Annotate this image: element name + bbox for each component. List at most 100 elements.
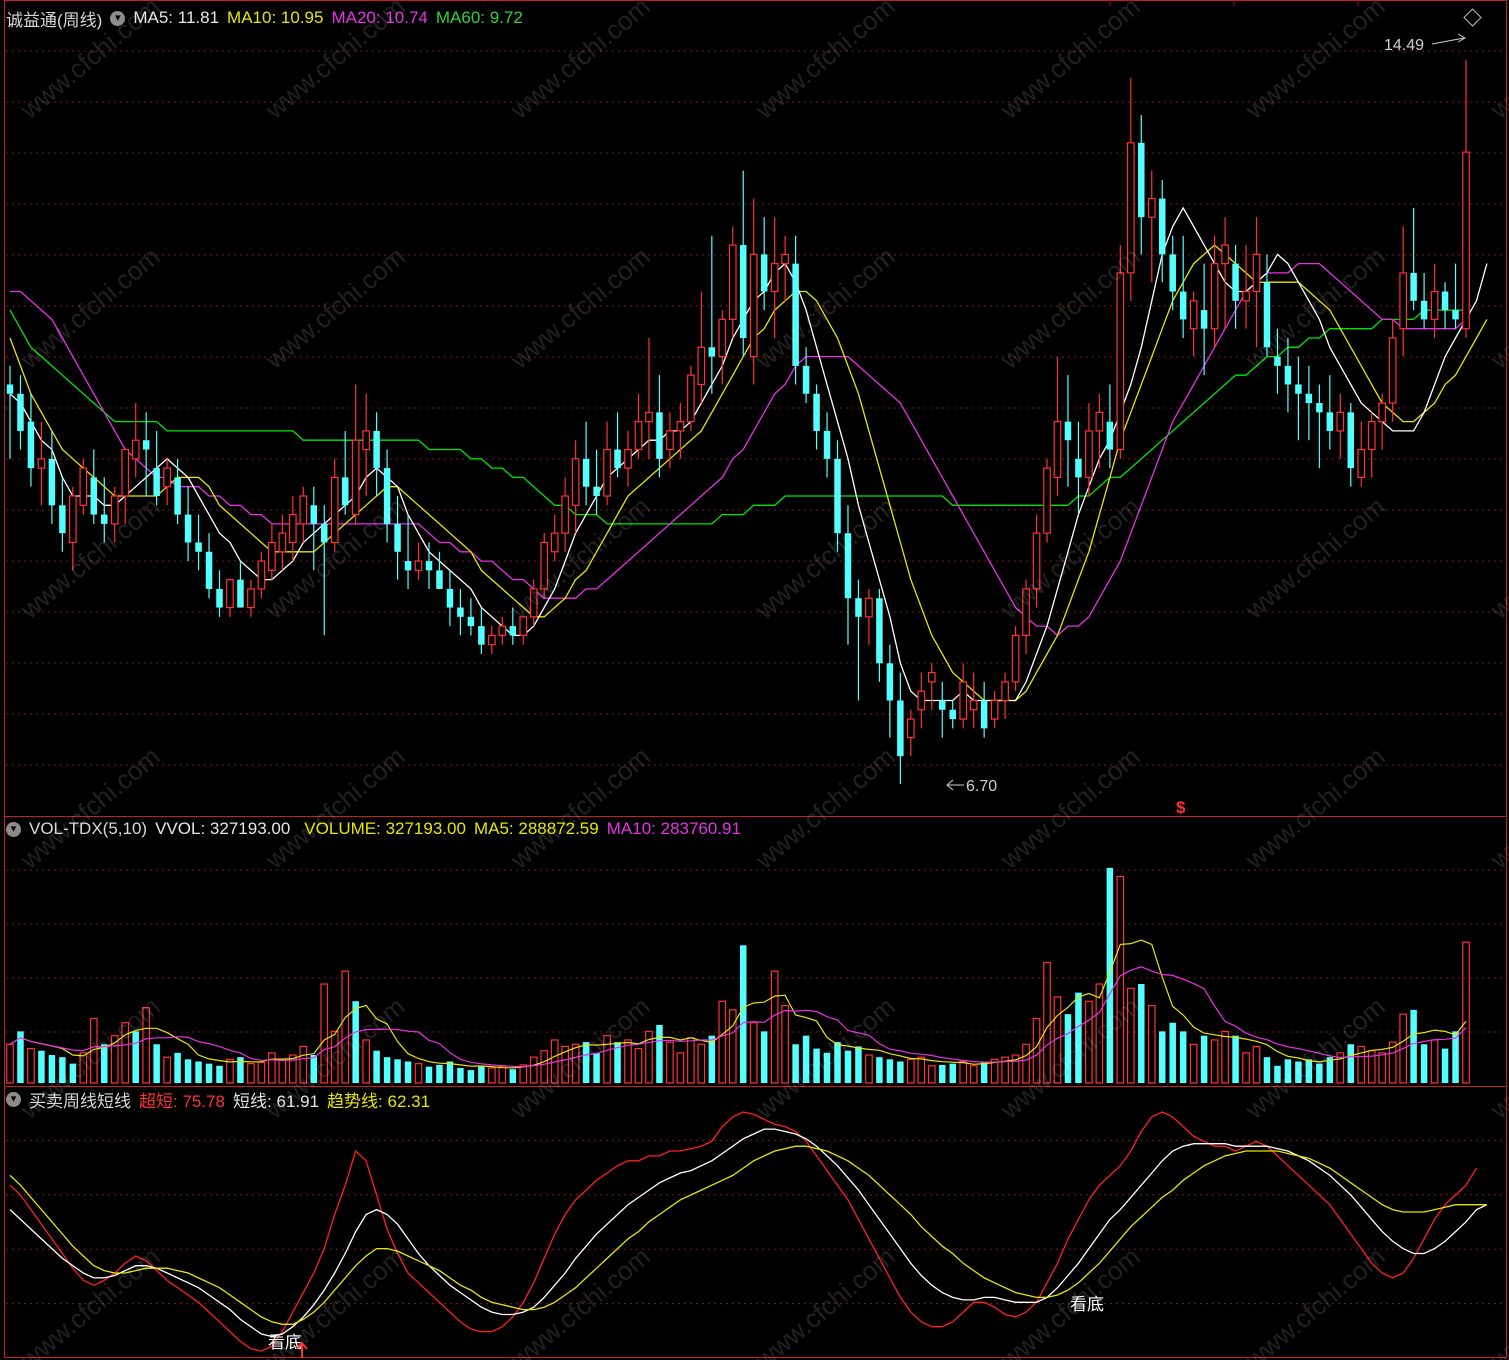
candle-body-up (163, 467, 171, 488)
candle-body-up (770, 263, 779, 293)
candle-body-down (802, 365, 810, 394)
candle-body-up (299, 495, 308, 525)
candle-body-up (1430, 290, 1439, 321)
high-price-label: 14.49 (1384, 37, 1424, 54)
volume-bar-up (320, 983, 329, 1084)
candle-body-up (645, 411, 653, 423)
candle-body-up (969, 699, 978, 711)
volume-bar-down (1075, 992, 1082, 1083)
candle-body-up (603, 448, 611, 497)
volume-bar-down (38, 1050, 45, 1083)
candle-body-down (383, 468, 391, 524)
candle-body-down (27, 421, 35, 469)
candle-body-up (749, 253, 758, 358)
volume-bar-down (949, 1063, 956, 1083)
volume-bar-up (676, 1052, 685, 1084)
candle-body-down (341, 477, 349, 506)
volume-bar-down (593, 1052, 600, 1083)
volume-bar-down (352, 1001, 359, 1083)
volume-bar-up (6, 1043, 14, 1084)
price-chart[interactable]: 14.49 6.70 $ 看底 看底 (0, 0, 1509, 1360)
volume-bar-up (1378, 1052, 1387, 1084)
signal-label-1: 看底 (268, 1333, 302, 1352)
candle-body-up (1336, 411, 1345, 432)
candle-body-up (540, 541, 549, 590)
candle-body-down (1284, 365, 1292, 385)
volume-bar-down (132, 1031, 139, 1083)
candle-body-down (1295, 384, 1302, 394)
candle-body-up (487, 634, 496, 646)
candle-body-up (917, 690, 926, 711)
volume-bar-up (299, 1045, 308, 1084)
candle-body-down (1305, 393, 1313, 404)
volume-bar-down (834, 1042, 841, 1083)
volume-bar-down (216, 1065, 223, 1083)
volume-bar-down (1106, 867, 1114, 1083)
candle-body-down (593, 486, 600, 496)
duanxian-line (9, 1128, 1488, 1338)
volume-bar-down (1179, 1031, 1187, 1083)
candle-body-up (69, 495, 77, 544)
candle-body-down (823, 430, 831, 459)
volume-bar-down (582, 1042, 590, 1083)
candle-body-down (184, 514, 192, 543)
volume-bar-down (1169, 1022, 1176, 1083)
volume-bar-down (802, 1035, 810, 1083)
candle-body-up (906, 718, 915, 739)
candle-body-down (320, 523, 328, 543)
candle-body-up (624, 448, 632, 469)
volume-bar-down (383, 1057, 391, 1083)
candle-body-up (498, 625, 507, 637)
volume-bar-up (687, 1037, 695, 1084)
candle-body-down (1441, 291, 1449, 311)
candle-body-down (760, 254, 768, 292)
volume-bar-down (656, 1024, 663, 1083)
candle-body-down (876, 598, 883, 664)
volume-bar-down (457, 1067, 464, 1083)
volume-bar-up (341, 970, 350, 1084)
candle-body-up (1388, 337, 1397, 404)
candle-body-down (1452, 310, 1459, 320)
candle-body-up (1095, 411, 1104, 432)
candle-body-down (404, 561, 412, 571)
candle-body-up (1357, 448, 1366, 479)
volume-bar-up (1032, 1017, 1041, 1084)
candle-body-up (1147, 197, 1156, 218)
volume-bar-down (1420, 1044, 1428, 1083)
volume-bar-up (571, 1043, 580, 1084)
candle-body-down (509, 626, 517, 636)
candle-body-down (174, 477, 181, 515)
volume-bar-down (1200, 1035, 1208, 1083)
volume-bar-down (373, 1050, 380, 1083)
candle-body-down (1347, 412, 1355, 469)
candle-body-up (1001, 681, 1009, 702)
volume-bar-down (310, 1055, 318, 1083)
candle-body-up (697, 346, 706, 386)
candle-body-down (980, 700, 988, 729)
volume-bar-up (603, 1035, 611, 1084)
candle-body-up (288, 513, 297, 544)
volume-bar-down (760, 1031, 768, 1083)
volume-bar-up (906, 1058, 915, 1084)
high-arrow-icon (1431, 33, 1467, 45)
volume-bar-down (844, 1050, 852, 1083)
volume-bar-up (1462, 941, 1470, 1084)
candle-body-up (257, 560, 266, 590)
candle-body-up (131, 439, 140, 460)
candle-body-down (1263, 282, 1271, 348)
candle-body-down (844, 533, 852, 599)
marker-symbol: $ (1176, 798, 1186, 817)
volume-bar-up (1085, 1000, 1093, 1084)
candle-body-up (634, 421, 643, 451)
volume-bar-down (886, 1059, 894, 1083)
candle-body-up (1126, 142, 1135, 274)
candle-body-down (436, 570, 443, 589)
candle-body-down (425, 561, 433, 571)
volume-bar-down (1263, 1057, 1271, 1083)
candle-body-down (739, 245, 747, 338)
volume-bar-down (48, 1055, 56, 1083)
candle-body-down (1158, 198, 1166, 255)
candle-body-down (90, 477, 98, 515)
candle-body-down (17, 393, 24, 431)
candle-body-down (467, 616, 475, 627)
